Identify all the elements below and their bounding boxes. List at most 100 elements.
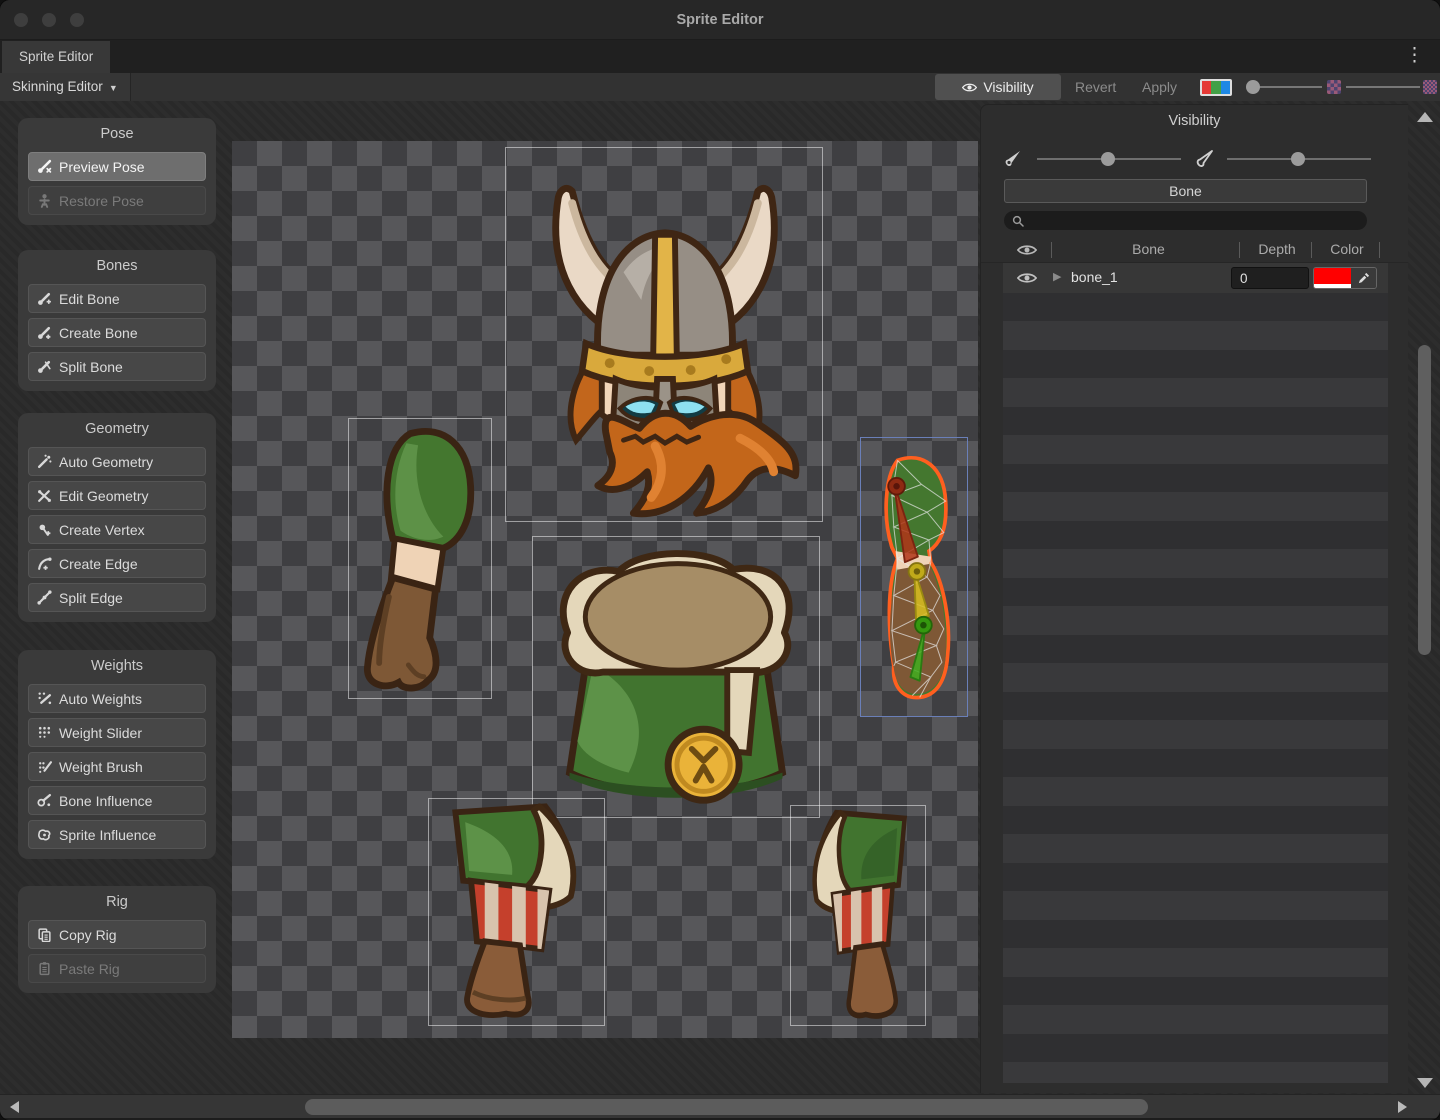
bone-search-field[interactable] — [1004, 211, 1367, 230]
create-bone-button[interactable]: Create Bone — [28, 318, 206, 347]
bone-depth-input[interactable] — [1231, 267, 1309, 289]
bone-visibility-eye-icon[interactable] — [1017, 271, 1037, 285]
auto-geometry-label: Auto Geometry — [59, 454, 153, 470]
scroll-down-arrow-icon[interactable] — [1417, 1078, 1433, 1088]
horizontal-scrollbar-thumb[interactable] — [305, 1099, 1148, 1115]
paste-rig-button[interactable]: Paste Rig — [28, 954, 206, 983]
edit-bone-button[interactable]: Edit Bone — [28, 284, 206, 313]
viking-right-leg-sprite — [792, 807, 924, 1024]
column-divider — [1051, 242, 1052, 258]
edit-bone-icon — [37, 291, 52, 306]
bone-outline-icon — [1195, 147, 1217, 169]
mip-large-icon — [1423, 80, 1437, 94]
bone-row[interactable]: ▶ bone_1 — [1003, 263, 1388, 293]
bone-opacity-sliders — [981, 145, 1408, 171]
scroll-left-arrow-icon[interactable] — [10, 1101, 19, 1113]
create-vertex-button[interactable]: Create Vertex — [28, 515, 206, 544]
weight-slider-label: Weight Slider — [59, 725, 142, 741]
search-input[interactable] — [1029, 213, 1359, 229]
bone-list-empty-rows — [1003, 293, 1388, 1083]
preview-pose-icon — [37, 159, 52, 174]
eyedropper-icon — [1357, 272, 1370, 285]
sprite-influence-icon — [37, 827, 52, 842]
horizontal-scrollbar[interactable] — [0, 1094, 1440, 1118]
window-title: Sprite Editor — [0, 0, 1440, 40]
alpha-bar — [1314, 284, 1351, 288]
mip-small-icon — [1327, 80, 1341, 94]
create-vertex-icon — [37, 522, 52, 537]
chevron-down-icon: ▼ — [109, 83, 118, 93]
sprite-influence-button[interactable]: Sprite Influence — [28, 820, 206, 849]
split-bone-button[interactable]: Split Bone — [28, 352, 206, 381]
selected-arm-sprite-with-bones[interactable] — [866, 443, 966, 711]
viking-head-sprite — [507, 149, 823, 521]
edit-geometry-button[interactable]: Edit Geometry — [28, 481, 206, 510]
bone-color-control[interactable] — [1313, 267, 1377, 289]
column-header-bone[interactable]: Bone — [1061, 241, 1236, 257]
weights-title: Weights — [18, 658, 216, 674]
bone-name[interactable]: bone_1 — [1071, 269, 1118, 285]
tab-sprite-editor[interactable]: Sprite Editor — [2, 41, 110, 73]
column-header-color[interactable]: Color — [1317, 241, 1377, 257]
copy-rig-icon — [37, 927, 52, 942]
create-bone-label: Create Bone — [59, 325, 138, 341]
apply-button[interactable]: Apply — [1130, 74, 1189, 100]
sprite-canvas[interactable] — [232, 141, 978, 1038]
create-edge-button[interactable]: Create Edge — [28, 549, 206, 578]
revert-button[interactable]: Revert — [1063, 74, 1128, 100]
auto-weights-button[interactable]: Auto Weights — [28, 684, 206, 713]
mip-slider-track[interactable] — [1346, 86, 1420, 88]
disclosure-triangle-icon[interactable]: ▶ — [1053, 270, 1061, 283]
sprite-influence-label: Sprite Influence — [59, 827, 156, 843]
tab-bar: Sprite Editor ⋮ — [0, 40, 1440, 73]
overflow-menu-icon[interactable]: ⋮ — [1405, 44, 1424, 68]
bones-panel: Bones Edit Bone Create Bone Split Bone — [18, 250, 216, 391]
mode-dropdown[interactable]: Skinning Editor ▼ — [0, 73, 131, 101]
auto-weights-icon — [37, 691, 52, 706]
eye-icon — [962, 80, 977, 95]
toolbar: Skinning Editor ▼ Visibility Revert Apply — [0, 73, 1440, 101]
bone-influence-icon — [37, 793, 52, 808]
preview-pose-button[interactable]: Preview Pose — [28, 152, 206, 181]
tab-bone[interactable]: Bone — [1004, 179, 1367, 203]
green-bar — [1211, 81, 1220, 94]
visibility-panel: Visibility Bone Bone Depth — [980, 104, 1408, 1093]
bone-influence-button[interactable]: Bone Influence — [28, 786, 206, 815]
mode-dropdown-label: Skinning Editor — [12, 79, 103, 94]
scroll-up-arrow-icon[interactable] — [1417, 112, 1433, 122]
visibility-column-eye-icon[interactable] — [1017, 243, 1037, 257]
viking-left-arm-sprite — [350, 420, 490, 697]
create-vertex-label: Create Vertex — [59, 522, 145, 538]
bone-opacity-thumb[interactable] — [1101, 152, 1115, 166]
vertical-scrollbar[interactable] — [1412, 104, 1438, 1093]
titlebar: Sprite Editor — [0, 0, 1440, 40]
visibility-panel-title: Visibility — [981, 113, 1408, 129]
create-edge-label: Create Edge — [59, 556, 138, 572]
create-edge-icon — [37, 556, 52, 571]
restore-pose-button[interactable]: Restore Pose — [28, 186, 206, 215]
bone-color-swatch[interactable] — [1314, 268, 1351, 288]
mesh-opacity-thumb[interactable] — [1291, 152, 1305, 166]
weights-panel: Weights Auto Weights Weight Slider Weigh… — [18, 650, 216, 859]
rig-panel: Rig Copy Rig Paste Rig — [18, 886, 216, 993]
scroll-right-arrow-icon[interactable] — [1398, 1101, 1407, 1113]
auto-geometry-button[interactable]: Auto Geometry — [28, 447, 206, 476]
preview-pose-label: Preview Pose — [59, 159, 145, 175]
rgb-alpha-toggle[interactable] — [1200, 79, 1232, 96]
split-edge-button[interactable]: Split Edge — [28, 583, 206, 612]
weight-slider-icon — [37, 725, 52, 740]
zoom-slider-thumb[interactable] — [1246, 80, 1260, 94]
sprite-editor-window: Sprite Editor Sprite Editor ⋮ Skinning E… — [0, 0, 1440, 1120]
visibility-toggle-button[interactable]: Visibility — [935, 74, 1061, 100]
bones-title: Bones — [18, 258, 216, 274]
main-area: Pose Preview Pose Restore Pose Bones Edi… — [0, 101, 1440, 1094]
column-header-depth[interactable]: Depth — [1245, 241, 1309, 257]
copy-rig-button[interactable]: Copy Rig — [28, 920, 206, 949]
weight-slider-button[interactable]: Weight Slider — [28, 718, 206, 747]
copy-rig-label: Copy Rig — [59, 927, 117, 943]
eyedropper-button[interactable] — [1351, 268, 1376, 288]
vertical-scrollbar-thumb[interactable] — [1418, 345, 1431, 655]
restore-pose-label: Restore Pose — [59, 193, 144, 209]
auto-geometry-icon — [37, 454, 52, 469]
weight-brush-button[interactable]: Weight Brush — [28, 752, 206, 781]
